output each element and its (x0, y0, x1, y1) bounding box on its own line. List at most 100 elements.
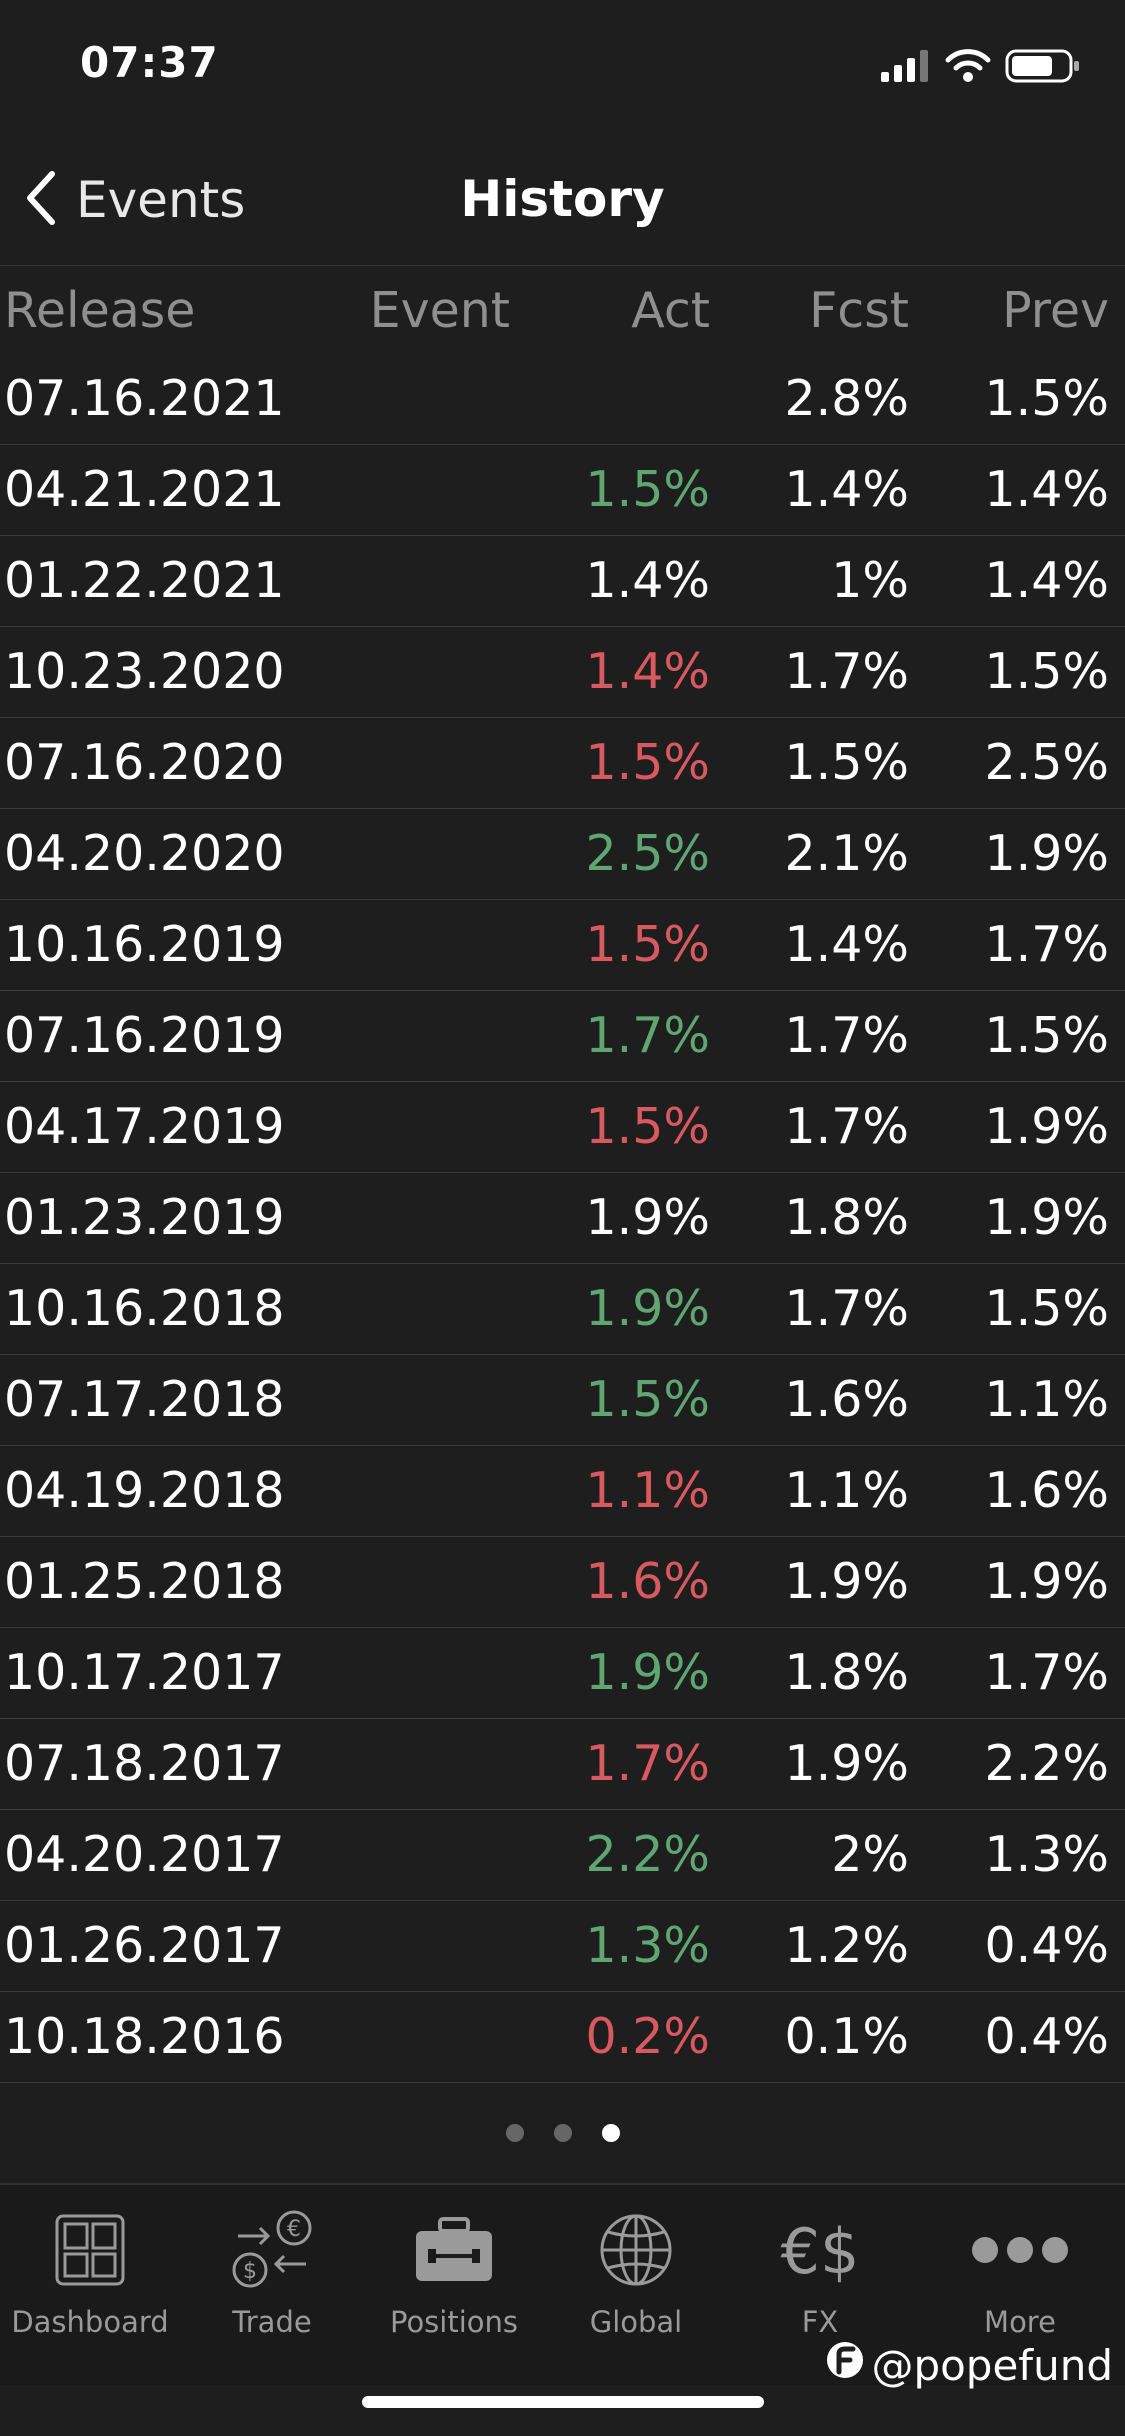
fcst-cell: 1% (831, 552, 909, 609)
tab-label: FX (801, 2305, 839, 2339)
prev-cell: 1.9% (984, 1189, 1110, 1246)
table-row[interactable]: 01.22.2021 1.4% 1% 1.4% (0, 536, 1125, 627)
table-row[interactable]: 01.23.2019 1.9% 1.8% 1.9% (0, 1173, 1125, 1264)
release-cell: 04.19.2018 (4, 1462, 285, 1519)
page-indicator[interactable] (0, 2124, 1125, 2142)
release-cell: 04.20.2017 (4, 1826, 285, 1883)
table-row[interactable]: 07.17.2018 1.5% 1.6% 1.1% (0, 1355, 1125, 1446)
prev-cell: 1.5% (984, 1280, 1110, 1337)
svg-text:$: $ (243, 2259, 257, 2284)
tab-more[interactable]: More (930, 2203, 1110, 2339)
release-cell: 07.18.2017 (4, 1735, 285, 1792)
prev-cell: 1.9% (984, 1553, 1110, 1610)
release-cell: 07.16.2019 (4, 1007, 285, 1064)
tab-label: Trade (232, 2305, 312, 2339)
tab-trade[interactable]: € $ Trade (182, 2203, 362, 2339)
table-row[interactable]: 04.20.2017 2.2% 2% 1.3% (0, 1810, 1125, 1901)
prev-cell: 0.4% (984, 2008, 1110, 2065)
act-cell: 1.5% (585, 1098, 711, 1155)
table-row[interactable]: 10.16.2019 1.5% 1.4% 1.7% (0, 900, 1125, 991)
table-row[interactable]: 10.23.2020 1.4% 1.7% 1.5% (0, 627, 1125, 718)
battery-icon (1005, 48, 1081, 88)
page-dot[interactable] (505, 2124, 524, 2142)
act-cell: 1.9% (585, 1280, 711, 1337)
page-dot[interactable] (553, 2124, 572, 2142)
table-row[interactable]: 10.16.2018 1.9% 1.7% 1.5% (0, 1264, 1125, 1355)
table-row[interactable]: 04.20.2020 2.5% 2.1% 1.9% (0, 809, 1125, 900)
act-cell: 1.5% (585, 461, 711, 518)
dashboard-icon (0, 2203, 180, 2297)
tab-dashboard[interactable]: Dashboard (0, 2203, 180, 2339)
prev-cell: 1.5% (984, 1007, 1110, 1064)
tab-positions[interactable]: Positions (364, 2203, 544, 2339)
prev-cell: 1.9% (984, 1098, 1110, 1155)
fcst-cell: 1.7% (784, 1007, 910, 1064)
watermark: @popefund (825, 2340, 1113, 2390)
release-cell: 01.26.2017 (4, 1917, 285, 1974)
fcst-cell: 1.7% (784, 1280, 910, 1337)
column-header-release[interactable]: Release (4, 268, 195, 358)
release-cell: 01.25.2018 (4, 1553, 285, 1610)
act-cell: 1.6% (585, 1553, 711, 1610)
act-cell: 1.3% (585, 1917, 711, 1974)
table-row[interactable]: 10.18.2016 0.2% 0.1% 0.4% (0, 1992, 1125, 2083)
fcst-cell: 1.1% (784, 1462, 910, 1519)
prev-cell: 1.6% (984, 1462, 1110, 1519)
prev-cell: 0.4% (984, 1917, 1110, 1974)
release-cell: 04.21.2021 (4, 461, 285, 518)
watermark-logo-icon (825, 2340, 865, 2390)
act-cell: 1.5% (585, 734, 711, 791)
table-row[interactable]: 04.21.2021 1.5% 1.4% 1.4% (0, 445, 1125, 536)
svg-text:€: € (287, 2217, 301, 2242)
act-cell: 2.5% (585, 825, 711, 882)
fcst-cell: 1.9% (784, 1553, 910, 1610)
column-header-act[interactable]: Act (631, 268, 710, 358)
table-row[interactable]: 07.18.2017 1.7% 1.9% 2.2% (0, 1719, 1125, 1810)
more-icon (930, 2203, 1110, 2297)
prev-cell: 1.7% (984, 1644, 1110, 1701)
release-cell: 10.17.2017 (4, 1644, 285, 1701)
wifi-icon (945, 49, 991, 87)
table-row[interactable]: 07.16.2020 1.5% 1.5% 2.5% (0, 718, 1125, 809)
release-cell: 10.16.2018 (4, 1280, 285, 1337)
prev-cell: 2.2% (984, 1735, 1110, 1792)
fcst-cell: 0.1% (784, 2008, 910, 2065)
column-header-prev[interactable]: Prev (1002, 268, 1109, 358)
release-cell: 07.16.2020 (4, 734, 285, 791)
prev-cell: 1.1% (984, 1371, 1110, 1428)
fcst-cell: 2.8% (784, 370, 910, 427)
act-cell: 2.2% (585, 1826, 711, 1883)
table-row[interactable]: 01.25.2018 1.6% 1.9% 1.9% (0, 1537, 1125, 1628)
status-time: 07:37 (80, 38, 219, 87)
release-cell: 10.16.2019 (4, 916, 285, 973)
column-header-event[interactable]: Event (370, 268, 510, 358)
fcst-cell: 1.4% (784, 916, 910, 973)
release-cell: 01.22.2021 (4, 552, 285, 609)
tab-fx[interactable]: €$ FX (730, 2203, 910, 2339)
prev-cell: 1.3% (984, 1826, 1110, 1883)
status-icons (881, 48, 1081, 88)
table-row[interactable]: 07.16.2021 2.8% 1.5% (0, 354, 1125, 445)
prev-cell: 1.5% (984, 370, 1110, 427)
fcst-cell: 1.8% (784, 1644, 910, 1701)
act-cell: 1.9% (585, 1189, 711, 1246)
table-row[interactable]: 10.17.2017 1.9% 1.8% 1.7% (0, 1628, 1125, 1719)
fcst-cell: 1.5% (784, 734, 910, 791)
table-row[interactable]: 07.16.2019 1.7% 1.7% 1.5% (0, 991, 1125, 1082)
history-table: Release Event Act Fcst Prev 07.16.2021 2.… (0, 268, 1125, 2083)
table-row[interactable]: 04.19.2018 1.1% 1.1% 1.6% (0, 1446, 1125, 1537)
release-cell: 10.18.2016 (4, 2008, 285, 2065)
release-cell: 04.20.2020 (4, 825, 285, 882)
table-row[interactable]: 01.26.2017 1.3% 1.2% 0.4% (0, 1901, 1125, 1992)
globe-icon (546, 2203, 726, 2297)
trade-icon: € $ (182, 2203, 362, 2297)
table-header: Release Event Act Fcst Prev (0, 268, 1125, 354)
page-dot-active[interactable] (601, 2124, 620, 2142)
column-header-fcst[interactable]: Fcst (809, 268, 909, 358)
tab-label: Positions (389, 2305, 519, 2339)
act-cell: 1.5% (585, 1371, 711, 1428)
home-indicator[interactable] (362, 2396, 764, 2408)
tab-global[interactable]: Global (546, 2203, 726, 2339)
fcst-cell: 2% (831, 1826, 909, 1883)
table-row[interactable]: 04.17.2019 1.5% 1.7% 1.9% (0, 1082, 1125, 1173)
